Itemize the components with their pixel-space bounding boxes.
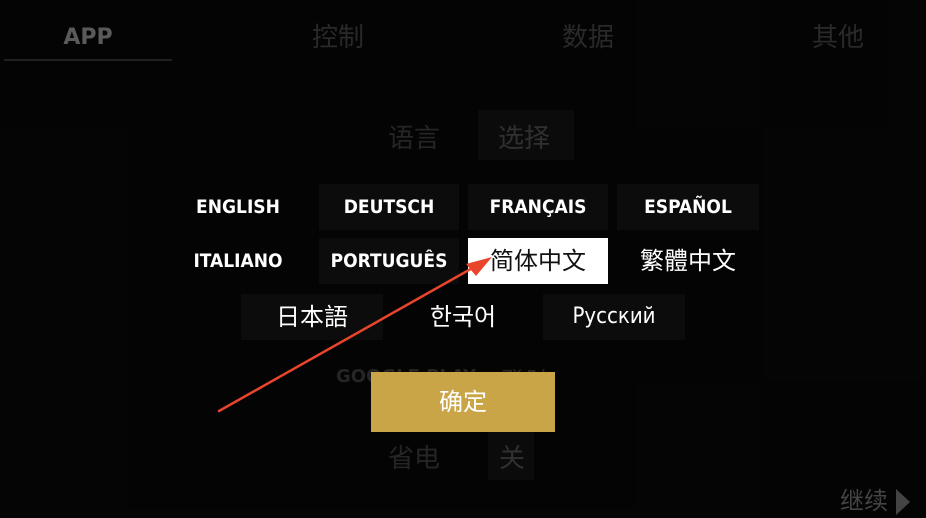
annotation-arrow-icon [217,257,492,413]
